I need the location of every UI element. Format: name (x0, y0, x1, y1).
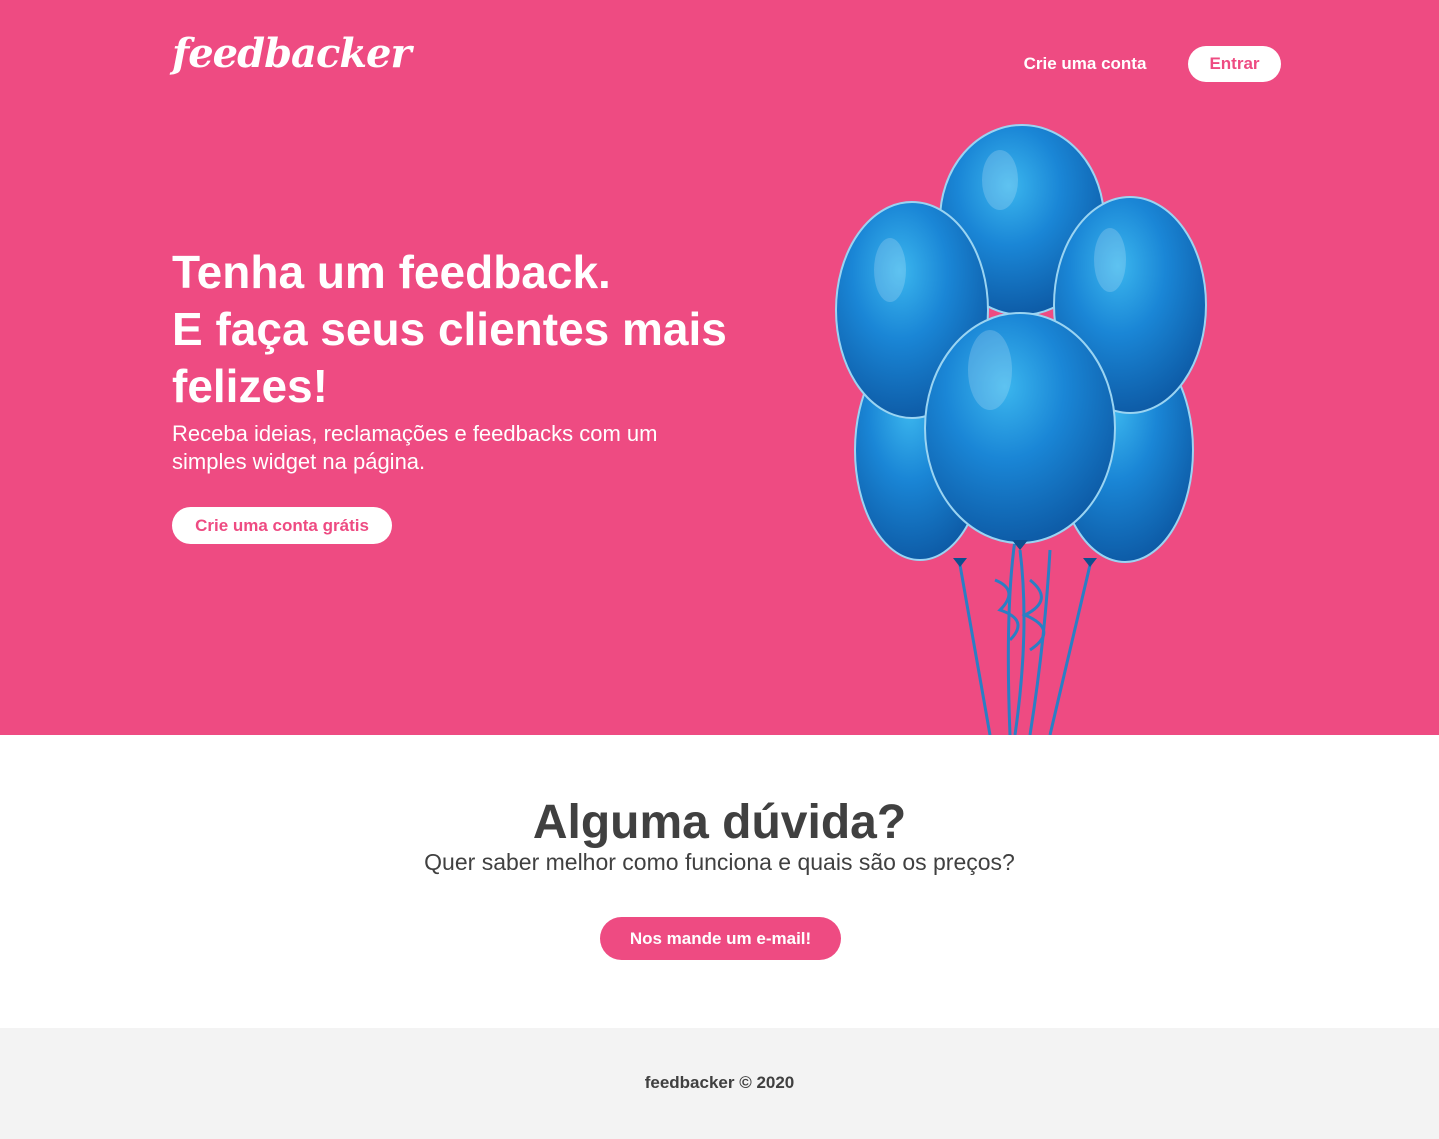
footer: feedbacker © 2020 (0, 1028, 1439, 1139)
send-email-button[interactable]: Nos mande um e-mail! (600, 917, 841, 960)
hero-subtitle: Receba ideias, reclamações e feedbacks c… (172, 421, 658, 474)
footer-copyright: feedbacker © 2020 (644, 1073, 795, 1092)
login-button[interactable]: Entrar (1188, 46, 1281, 82)
logo[interactable]: feedbacker (172, 34, 412, 74)
hero-title-line: E faça seus clientes mais (172, 303, 727, 355)
contact-section: Alguma dúvida? Quer saber melhor como fu… (0, 735, 1439, 1028)
blue-balloons-image (835, 124, 1207, 735)
signup-free-button[interactable]: Crie uma conta grátis (172, 507, 392, 544)
create-account-link[interactable]: Crie uma conta (1010, 54, 1160, 74)
hero-title: Tenha um feedback. E faça seus clientes … (172, 244, 772, 415)
balloon-strings (958, 539, 1092, 735)
contact-title: Alguma dúvida? (532, 796, 907, 849)
hero-section: feedbacker Crie uma conta Entrar Tenha u… (0, 0, 1439, 735)
hero-title-line: Tenha um feedback. (172, 246, 611, 298)
contact-subtitle: Quer saber melhor como funciona e quais … (424, 849, 1015, 875)
hero-title-line: felizes! (172, 360, 328, 412)
